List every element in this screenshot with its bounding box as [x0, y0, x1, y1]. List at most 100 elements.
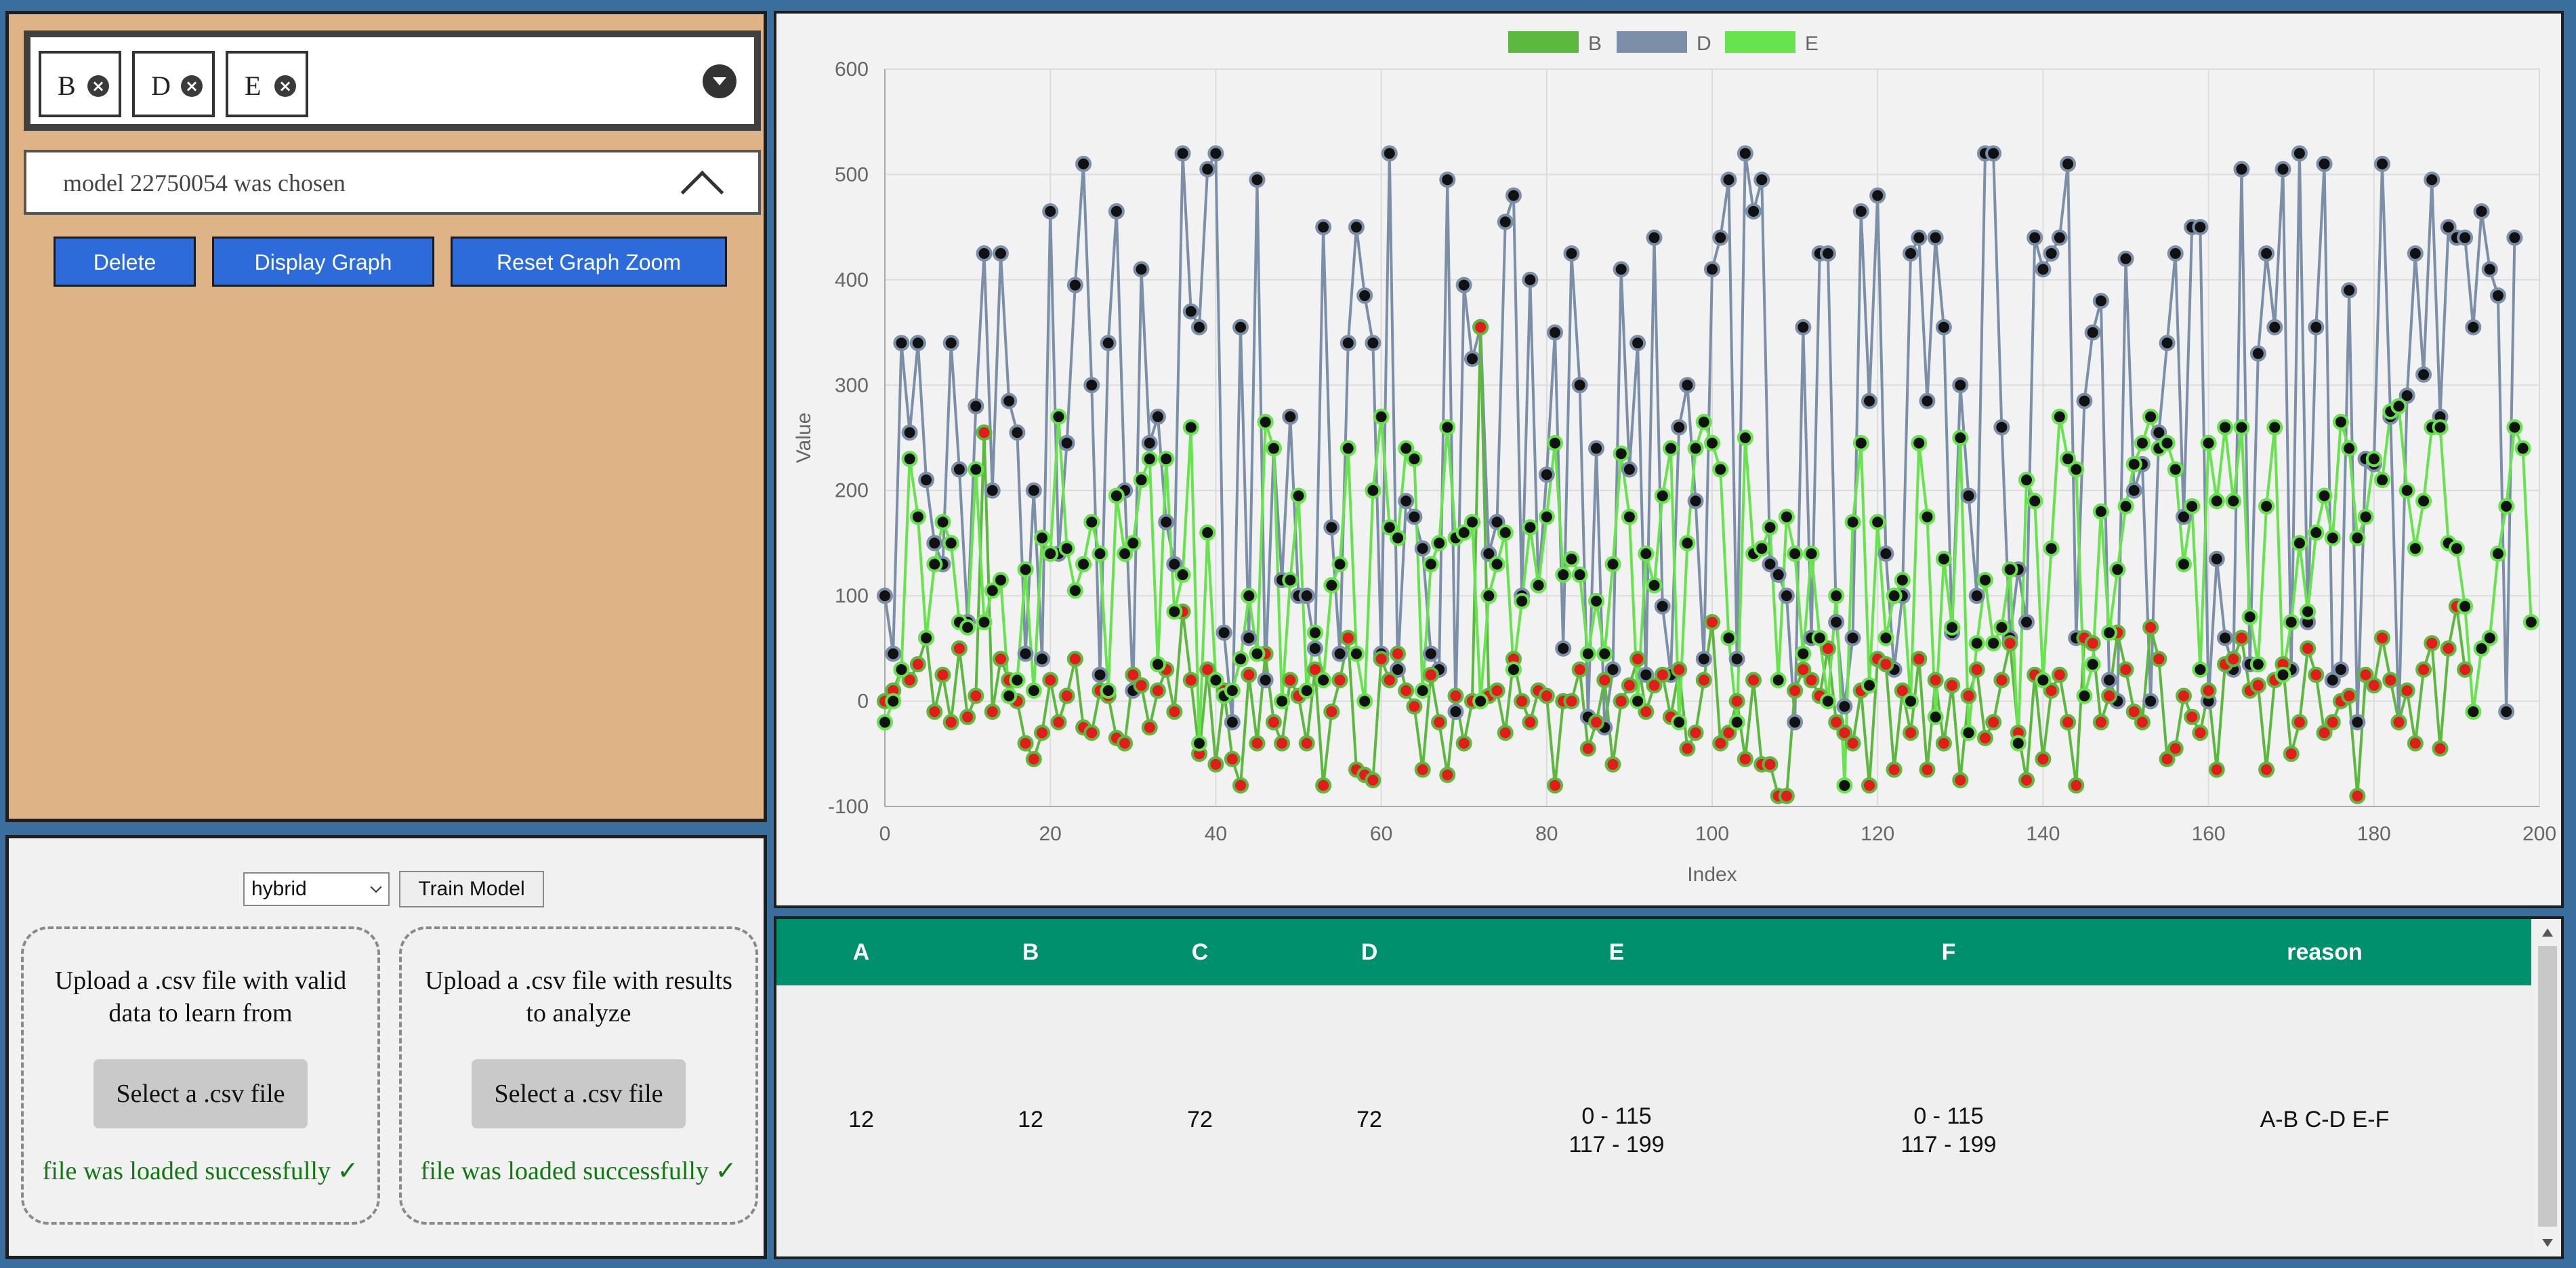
header-d: D [1360, 939, 1378, 965]
point-e [2448, 540, 2465, 557]
point-e [1861, 677, 1877, 694]
point-d [2291, 145, 2308, 162]
point-b [1182, 672, 1199, 689]
point-d [1414, 540, 1431, 557]
point-d [2266, 319, 2283, 335]
cell-a: 12 [848, 1107, 874, 1132]
point-e [942, 535, 959, 552]
point-e [2134, 434, 2151, 451]
train-model-button[interactable]: Train Model [399, 871, 544, 907]
point-e [1514, 592, 1531, 609]
chip-b[interactable]: B × [39, 51, 121, 117]
point-d [926, 535, 943, 552]
point-d [1687, 493, 1704, 510]
model-type-select[interactable]: hybrid [243, 872, 390, 906]
point-e [1952, 430, 1969, 446]
cell-d: 72 [1356, 1107, 1382, 1132]
remove-chip-icon[interactable]: × [274, 75, 296, 97]
point-b [2341, 687, 2358, 704]
point-d [1547, 324, 1564, 341]
x-tick-label: 100 [1695, 823, 1729, 845]
point-e [1505, 661, 1522, 678]
line-chart[interactable]: -100 0 100 200 300 400 500 600 0 20 40 60 80 100 120 14… [776, 14, 2561, 905]
model-selector[interactable]: model 22750054 was chosen [24, 150, 761, 215]
remove-chip-icon[interactable]: × [87, 75, 109, 97]
point-b [1522, 714, 1539, 731]
point-b [1455, 735, 1472, 752]
reset-zoom-button[interactable]: Reset Graph Zoom [451, 237, 727, 287]
remove-chip-icon[interactable]: × [181, 75, 203, 97]
point-d [1356, 287, 1373, 304]
point-d [1092, 666, 1108, 683]
point-d [1563, 245, 1580, 262]
point-b [2291, 714, 2308, 731]
point-e [2109, 561, 2126, 578]
delete-button[interactable]: Delete [54, 237, 196, 287]
point-e [1390, 529, 1407, 546]
point-e [2489, 545, 2506, 562]
point-e [1373, 408, 1390, 425]
point-e [1439, 419, 1456, 436]
point-e [901, 451, 918, 468]
point-e [885, 693, 902, 710]
point-b [1787, 682, 1804, 699]
point-b [2142, 619, 2159, 636]
chevron-up-icon[interactable] [680, 170, 724, 214]
select-csv-button[interactable]: Select a .csv file [94, 1059, 308, 1128]
point-d [2332, 661, 2349, 678]
point-b [1447, 687, 1464, 704]
point-e [1224, 682, 1241, 699]
point-e [1092, 545, 1108, 562]
point-e [2465, 703, 2482, 720]
scroll-down-icon[interactable] [2542, 1239, 2553, 1247]
point-d [1927, 229, 1944, 246]
chip-d[interactable]: D × [132, 51, 215, 117]
point-e [1058, 540, 1075, 557]
header-b: B [1022, 939, 1039, 965]
point-b [1911, 651, 1928, 668]
point-d [1232, 319, 1249, 335]
point-b [1952, 772, 1969, 789]
point-d [1455, 277, 1472, 293]
point-b [1745, 672, 1762, 689]
point-b [934, 666, 951, 683]
point-e [1811, 630, 1828, 647]
point-e [1141, 451, 1158, 468]
select-csv-button[interactable]: Select a .csv file [472, 1059, 686, 1128]
series-multiselect[interactable]: B × D × E × [24, 30, 761, 131]
point-e [1265, 440, 1282, 457]
point-b [951, 640, 968, 657]
point-e [1174, 567, 1191, 584]
point-d [1654, 598, 1671, 615]
point-d [1571, 377, 1588, 394]
display-graph-button[interactable]: Display Graph [212, 237, 434, 287]
point-b [1604, 756, 1621, 773]
point-e [1365, 482, 1382, 499]
point-d [1778, 588, 1795, 605]
point-e [2283, 614, 2300, 630]
point-b [1927, 672, 1944, 689]
scroll-thumb[interactable] [2538, 946, 2557, 1227]
point-d [2208, 550, 2225, 567]
cell-b: 12 [1018, 1107, 1043, 1132]
point-e [1125, 535, 1142, 552]
point-e [1877, 630, 1894, 647]
point-b [1538, 687, 1555, 704]
point-b [2283, 745, 2300, 762]
point-e [1075, 556, 1092, 573]
scroll-up-icon[interactable] [2542, 928, 2553, 937]
table-scrollbar[interactable] [2534, 919, 2561, 1256]
point-d [2481, 261, 2498, 278]
dropdown-toggle-icon[interactable] [703, 64, 736, 98]
point-d [1621, 461, 1638, 478]
point-b [1207, 756, 1224, 773]
point-e [1728, 714, 1745, 731]
point-d [1158, 514, 1175, 531]
y-tick-label: 600 [835, 58, 869, 81]
point-d [1042, 203, 1059, 220]
header-reason: reason [2287, 939, 2363, 965]
chip-e[interactable]: E × [226, 51, 308, 117]
point-e [1323, 577, 1340, 594]
cell-e: 0 - 115 117 - 199 [1569, 1103, 1665, 1158]
point-e [1852, 434, 1869, 451]
